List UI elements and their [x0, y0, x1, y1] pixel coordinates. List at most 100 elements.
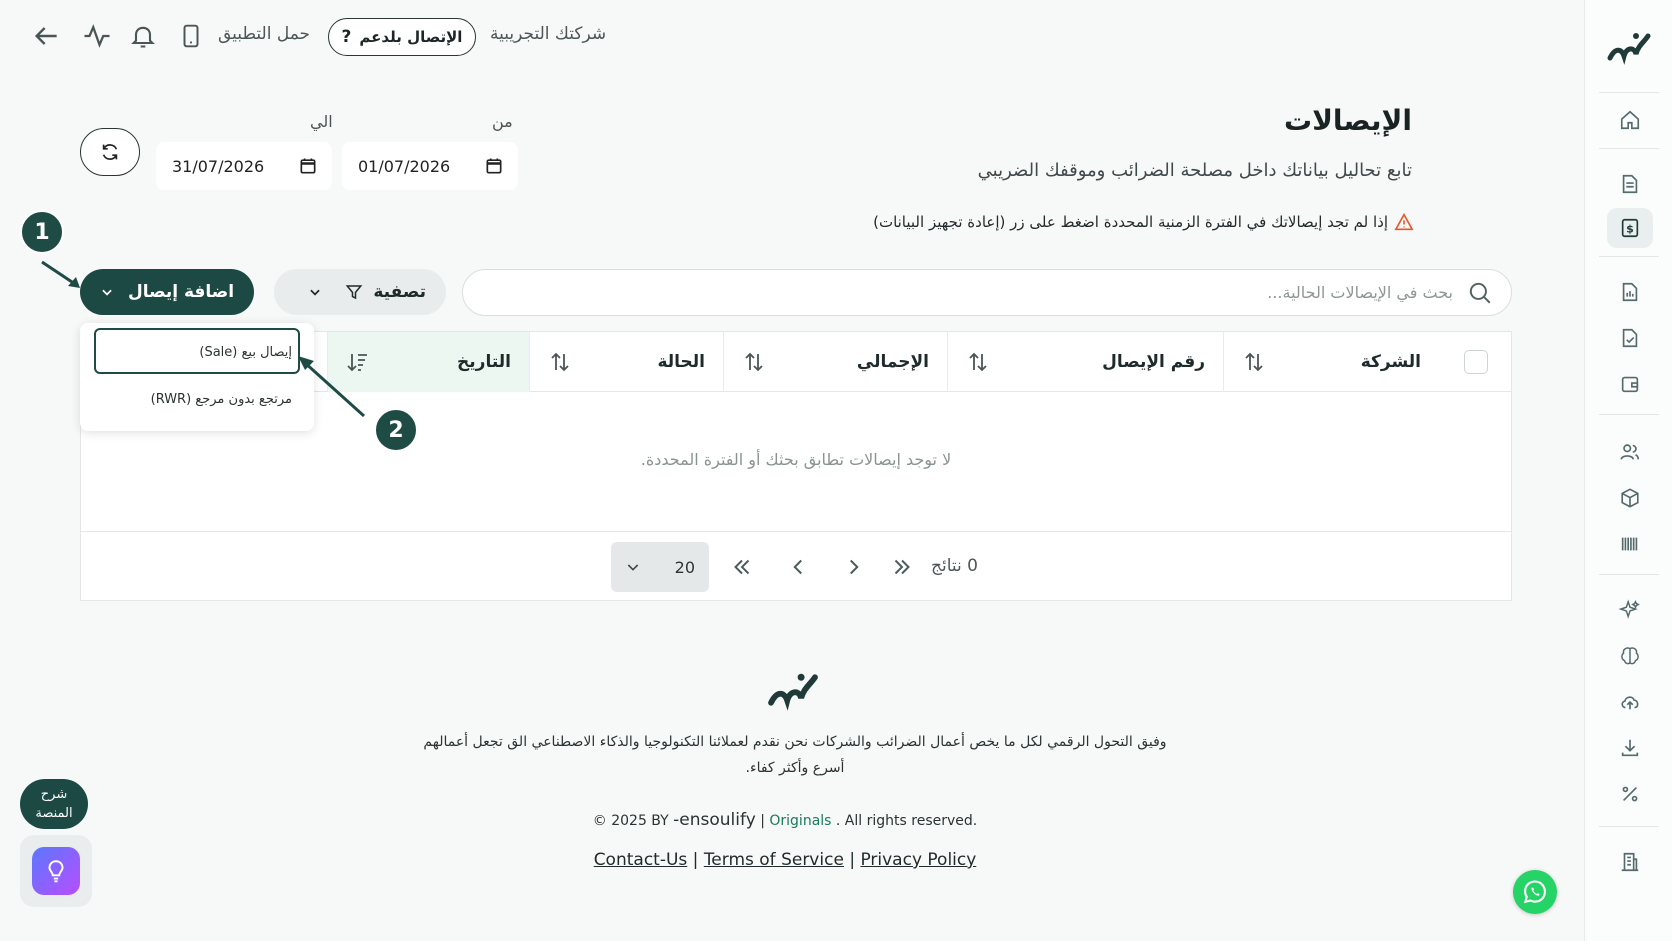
notifications-button[interactable]	[129, 20, 157, 52]
footer-links: Contact-Us | Terms of Service | Privacy …	[500, 850, 1070, 870]
add-receipt-label: اضافة إيصال	[127, 282, 235, 302]
sort-icon[interactable]	[966, 350, 990, 374]
app-logo[interactable]	[1585, 28, 1672, 66]
column-label: الشركة	[1360, 352, 1421, 372]
activity-button[interactable]	[82, 20, 112, 52]
calendar-icon	[486, 158, 502, 174]
contact-us-link[interactable]: Contact-Us	[594, 850, 688, 870]
sidebar-item-receipts[interactable]: $	[1607, 208, 1653, 248]
sidebar-divider	[1599, 148, 1659, 149]
sidebar-item-download[interactable]	[1607, 728, 1653, 768]
separator: |	[760, 813, 765, 829]
refresh-data-button[interactable]	[80, 128, 140, 176]
to-date-value: 31/07/2026	[172, 156, 265, 176]
support-label: الإتصال بلدعم	[359, 28, 463, 46]
tips-button[interactable]	[20, 835, 92, 907]
from-date-input[interactable]: 01/07/2026	[342, 142, 518, 190]
whatsapp-button[interactable]	[1513, 870, 1557, 914]
sidebar-item-company[interactable]	[1607, 842, 1653, 882]
previous-page-button[interactable]	[785, 554, 811, 580]
cloud-upload-icon	[1621, 696, 1639, 710]
sidebar-item-reports[interactable]	[1607, 272, 1653, 312]
warning-notice: إذا لم تجد إيصالاتك في الفترة الزمنية ال…	[873, 213, 1414, 231]
warning-icon	[1394, 213, 1414, 231]
sidebar-item-wallet[interactable]	[1607, 364, 1653, 404]
whatsapp-icon	[1523, 880, 1546, 904]
column-receipt-number[interactable]: رقم الإيصال	[947, 332, 1223, 392]
search-input[interactable]	[481, 283, 1453, 302]
page-size-select[interactable]: 20	[611, 542, 709, 592]
separator: |	[849, 850, 861, 870]
chevron-right-icon	[850, 559, 859, 575]
sidebar-item-upload[interactable]	[1607, 682, 1653, 722]
privacy-link[interactable]: Privacy Policy	[860, 850, 976, 870]
sidebar-item-approved[interactable]	[1607, 318, 1653, 358]
mobile-app-button[interactable]	[178, 20, 204, 52]
wallet-icon	[1621, 376, 1639, 393]
column-label: الحالة	[657, 352, 705, 372]
calendar-icon	[300, 158, 316, 174]
sidebar-item-home[interactable]	[1607, 100, 1653, 140]
footer-description-line1: وفيق التحول الرقمي لكل ما يخص أعمال الضر…	[423, 734, 1167, 750]
add-receipt-button[interactable]: اضافة إيصال	[80, 269, 254, 315]
select-all-checkbox[interactable]	[1464, 350, 1488, 374]
results-count: 0 نتائج	[931, 556, 978, 576]
empty-state-text: لا توجد إيصالات تطابق بحثك أو الفترة الم…	[640, 450, 952, 469]
column-total[interactable]: الإجمالي	[723, 332, 947, 392]
column-label: الإجمالي	[856, 352, 929, 372]
last-page-button[interactable]	[889, 554, 915, 580]
sidebar-item-barcodes[interactable]	[1607, 524, 1653, 564]
app-download-link[interactable]: حمل التطبيق	[218, 24, 310, 44]
chevrons-left-icon	[734, 559, 750, 575]
back-button[interactable]	[30, 20, 62, 52]
sidebar-item-users[interactable]	[1607, 432, 1653, 472]
copyright-prefix: © 2025 BY	[592, 813, 669, 829]
chevron-down-icon	[102, 289, 112, 296]
company-name[interactable]: شركتك التجريبية	[490, 24, 606, 44]
home-icon	[1620, 110, 1640, 130]
next-page-button[interactable]	[841, 554, 867, 580]
menu-item-return-receipt[interactable]: مرتجع بدون مرجع (RWR)	[151, 392, 292, 407]
sort-icon[interactable]	[548, 350, 572, 374]
filter-button[interactable]: تصفية	[274, 269, 446, 315]
sidebar-item-products[interactable]	[1607, 478, 1653, 518]
arrow-left-icon	[34, 27, 57, 45]
copyright: © 2025 BY -ensoulify | Originals . All r…	[500, 810, 1070, 830]
sidebar-divider	[1599, 92, 1659, 93]
step-2-arrow	[298, 356, 366, 418]
sidebar-item-ai[interactable]	[1607, 590, 1653, 630]
sidebar-item-brain[interactable]	[1607, 636, 1653, 676]
page-subtitle: تابع تحاليل بياناتك داخل مصلحة الضرائب و…	[977, 160, 1412, 181]
sidebar-divider	[1599, 574, 1659, 575]
contact-support-button[interactable]: الإتصال بلدعم ?	[328, 18, 476, 56]
originals-link[interactable]: Originals	[769, 813, 831, 829]
sparkles-icon	[1619, 599, 1640, 619]
separator: |	[692, 850, 704, 870]
guide-label-line2: المنصة	[35, 806, 73, 821]
sidebar-divider	[1599, 826, 1659, 827]
box-icon	[1621, 488, 1639, 508]
menu-item-sale-receipt[interactable]: إيصال بيع (Sale)	[199, 345, 292, 360]
platform-guide-button[interactable]: شرح المنصة	[20, 779, 88, 829]
sort-icon[interactable]	[1242, 350, 1266, 374]
first-page-button[interactable]	[729, 554, 755, 580]
brand-name: -ensoulify	[673, 810, 756, 830]
logo-icon	[768, 673, 818, 711]
search-bar[interactable]	[462, 269, 1512, 316]
brain-icon	[1621, 647, 1639, 665]
refresh-icon	[102, 144, 118, 160]
column-status[interactable]: الحالة	[529, 332, 723, 392]
terms-link[interactable]: Terms of Service	[704, 850, 844, 870]
to-date-label: الي	[310, 112, 333, 131]
step-1-arrow	[41, 260, 80, 288]
sidebar-item-documents[interactable]	[1607, 164, 1653, 204]
sort-icon[interactable]	[742, 350, 766, 374]
column-company[interactable]: الشركة	[1223, 332, 1439, 392]
to-date-input[interactable]: 31/07/2026	[156, 142, 332, 190]
download-icon	[1621, 739, 1639, 757]
filter-label: تصفية	[373, 282, 426, 302]
receipt-dollar-icon: $	[1621, 218, 1639, 238]
logo-icon	[1607, 33, 1651, 65]
bell-icon	[131, 26, 155, 48]
sidebar-item-discounts[interactable]	[1607, 774, 1653, 814]
